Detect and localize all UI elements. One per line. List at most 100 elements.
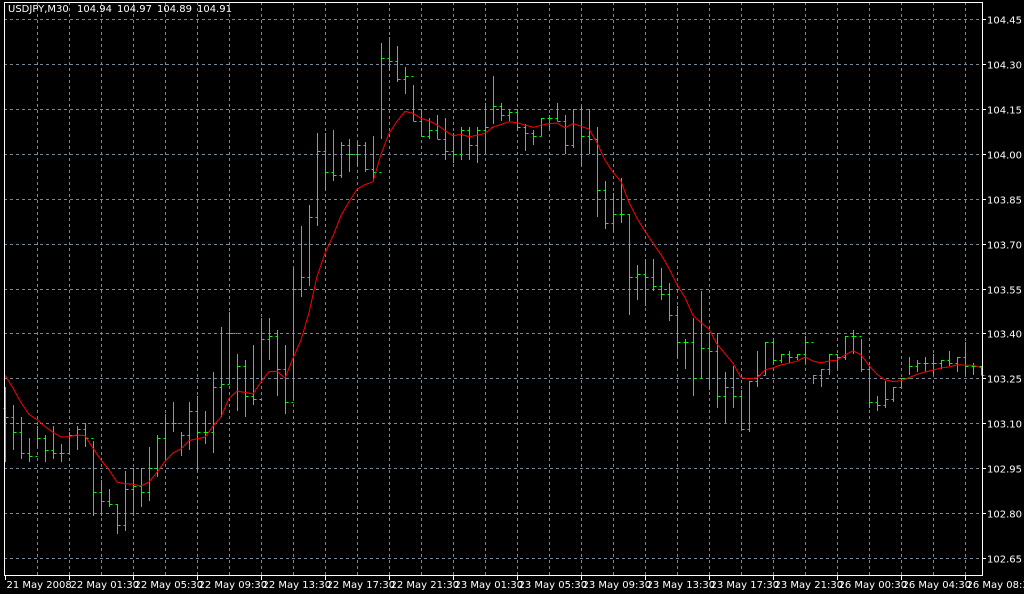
- ohlc-bar: [451, 133, 457, 163]
- ohlc-bar: [499, 103, 505, 121]
- time-tick-label: 23 May 21:30: [775, 580, 844, 591]
- ohlc-bar: [771, 339, 777, 363]
- ohlc-bar: [243, 360, 249, 417]
- ohlc-bar: [363, 142, 369, 172]
- ohlc-bar: [339, 142, 345, 178]
- ohlc-bar: [99, 480, 105, 516]
- ohlc-bar: [963, 342, 969, 375]
- ohlc-bar: [723, 372, 729, 423]
- ohlc-bar: [643, 259, 649, 306]
- time-tick-label: 22 May 21:30: [391, 580, 460, 591]
- ohlc-bar: [675, 306, 681, 357]
- ohlc-bar: [283, 345, 289, 414]
- time-tick-label: 21 May 2008: [7, 580, 72, 591]
- open-value: 104.94: [76, 4, 112, 15]
- ohlc-bar: [579, 106, 585, 166]
- ohlc-bar: [403, 67, 409, 94]
- time-tick-label: 23 May 09:30: [583, 580, 652, 591]
- ohlc-bar: [659, 268, 665, 300]
- ohlc-bar: [131, 468, 137, 516]
- ohlc-bar: [307, 205, 313, 286]
- ohlc-bar: [691, 318, 697, 396]
- ohlc-bar: [387, 37, 393, 70]
- symbol-label: USDJPY,M30: [8, 4, 69, 15]
- price-tick-label: 104.45: [987, 16, 1022, 27]
- time-tick-label: 26 May 08:30: [967, 580, 1024, 591]
- ohlc-bar: [731, 366, 737, 408]
- ohlc-bar: [811, 342, 817, 384]
- ohlc-bar: [219, 327, 225, 417]
- ohlc-bar: [35, 426, 41, 457]
- time-tick-label: 26 May 04:30: [903, 580, 972, 591]
- ohlc-bar: [883, 381, 889, 408]
- ohlc-bar: [755, 351, 761, 387]
- price-tick-label: 102.65: [987, 555, 1022, 566]
- chart-title: USDJPY,M30 104.94 104.97 104.89 104.91: [8, 4, 237, 15]
- ohlc-bar: [235, 333, 241, 411]
- time-tick-label: 26 May 00:30: [839, 580, 908, 591]
- price-chart[interactable]: 104.45 104.30 104.15 104.00 103.85 103.70 103.…: [0, 0, 1024, 594]
- time-tick-label: 22 May 01:30: [71, 580, 140, 591]
- time-tick-label: 22 May 05:30: [135, 580, 204, 591]
- ohlc-bar: [203, 411, 209, 444]
- ohlc-bar: [323, 133, 329, 190]
- ohlc-bar: [315, 133, 321, 226]
- time-tick-label: 22 May 09:30: [199, 580, 268, 591]
- ohlc-bar: [571, 109, 577, 148]
- ohlc-bar: [827, 354, 833, 375]
- ohlc-bar: [915, 360, 921, 372]
- moving-average-line: [4, 110, 982, 487]
- ohlc-bar: [947, 351, 953, 366]
- ohlc-bar: [107, 489, 113, 507]
- ohlc-bar: [115, 504, 121, 534]
- price-tick-label: 104.00: [987, 151, 1022, 162]
- ohlc-bar: [291, 268, 297, 403]
- ohlc-bar: [555, 103, 561, 122]
- ohlc-bar: [787, 351, 793, 363]
- price-tick-label: 104.15: [987, 106, 1022, 117]
- ohlc-bar: [715, 333, 721, 408]
- ohlc-bar: [683, 339, 689, 369]
- price-tick-label: 103.70: [987, 241, 1022, 252]
- ohlc-bar: [875, 396, 881, 411]
- ohlc-bar: [971, 363, 977, 375]
- ohlc-bar: [251, 345, 257, 405]
- ohlc-bar: [603, 181, 609, 229]
- ohlc-bar: [475, 127, 481, 163]
- ohlc-bar: [507, 109, 513, 121]
- ohlc-bar: [139, 468, 145, 507]
- ohlc-bar: [459, 127, 465, 160]
- price-tick-label: 102.80: [987, 510, 1022, 521]
- ohlc-bar: [211, 372, 217, 453]
- ohlc-bar: [331, 130, 337, 181]
- price-tick-label: 102.95: [987, 465, 1022, 476]
- time-tick-label: 23 May 01:30: [455, 580, 524, 591]
- ohlc-bar: [531, 130, 537, 145]
- ohlc-bar: [515, 109, 521, 130]
- ohlc-bar: [651, 259, 657, 291]
- ohlc-bar: [347, 139, 353, 172]
- time-tick-label: 22 May 13:30: [263, 580, 332, 591]
- ohlc-bar: [627, 214, 633, 315]
- ohlc-bar: [275, 330, 281, 396]
- ohlc-bar: [443, 118, 449, 160]
- ohlc-bar: [267, 318, 273, 360]
- ohlc-bar: [867, 366, 873, 408]
- ohlc-bar: [635, 265, 641, 300]
- ohlc-bar: [299, 226, 305, 297]
- ohlc-bar: [419, 109, 425, 137]
- high-value: 104.97: [116, 4, 152, 15]
- ohlc-bar: [835, 354, 841, 369]
- ohlc-bar: [707, 333, 713, 390]
- ohlc-bar: [163, 414, 169, 459]
- ohlc-bar: [123, 471, 129, 531]
- time-tick-label: 23 May 17:30: [711, 580, 780, 591]
- ohlc-bar: [779, 354, 785, 363]
- ohlc-bar: [931, 354, 937, 375]
- ohlc-bar: [371, 136, 377, 181]
- close-value: 104.91: [196, 4, 232, 15]
- price-tick-label: 103.55: [987, 286, 1022, 297]
- ohlc-bar: [11, 405, 17, 450]
- price-axis: 104.45 104.30 104.15 104.00 103.85 103.70 103.…: [982, 16, 1022, 566]
- ohlc-bar: [67, 432, 73, 454]
